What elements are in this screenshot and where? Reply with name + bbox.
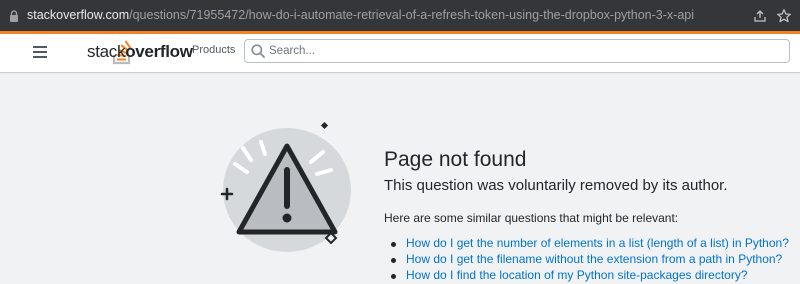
lock-icon[interactable] (9, 10, 19, 22)
list-item: How do I get the filename without the ex… (391, 252, 789, 268)
similar-question-link[interactable]: How do I find the location of my Python … (406, 268, 748, 282)
star-icon[interactable] (776, 8, 792, 24)
hamburger-menu-icon[interactable] (33, 46, 47, 58)
logo-text: stackoverflow (87, 42, 193, 62)
similar-questions-intro: Here are some similar questions that mig… (384, 211, 679, 225)
site-header: stackoverflow Products (0, 31, 800, 72)
browser-address-bar: stackoverflow.com/questions/71955472/how… (0, 0, 800, 31)
share-icon[interactable] (752, 8, 768, 24)
url-text[interactable]: stackoverflow.com/questions/71955472/how… (27, 8, 694, 22)
search-icon (251, 44, 265, 58)
similar-question-link[interactable]: How do I get the number of elements in a… (406, 236, 789, 250)
products-link[interactable]: Products (192, 44, 235, 56)
logo-text-bold: overflow (125, 42, 193, 61)
page-subtitle: This question was voluntarily removed by… (384, 177, 728, 194)
main-content: Page not found This question was volunta… (0, 72, 800, 282)
search-input[interactable] (269, 42, 769, 60)
list-item: How do I get the number of elements in a… (391, 236, 789, 252)
page-title: Page not found (384, 148, 527, 171)
logo-text-light: stack (87, 42, 126, 61)
similar-questions-list: How do I get the number of elements in a… (391, 236, 789, 284)
similar-question-link[interactable]: How do I get the filename without the ex… (406, 252, 782, 266)
list-item: How do I find the location of my Python … (391, 268, 789, 284)
search-box[interactable] (244, 39, 790, 63)
url-host: stackoverflow.com (27, 8, 130, 22)
warning-triangle-icon (220, 121, 351, 252)
url-path: /questions/71955472/how-do-i-automate-re… (129, 8, 694, 22)
